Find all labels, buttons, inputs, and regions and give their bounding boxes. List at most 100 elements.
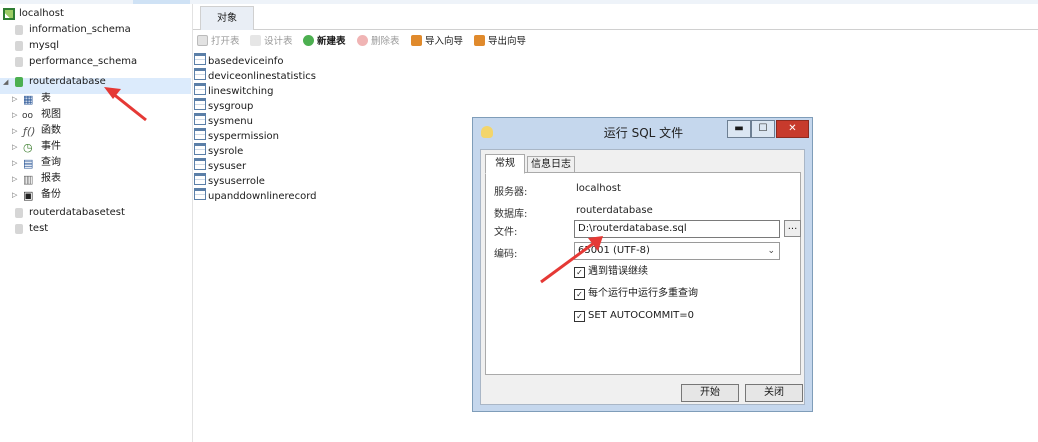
collapsed-arrow-icon[interactable]: ▷ <box>12 91 17 107</box>
database-icon <box>15 57 23 67</box>
collapsed-arrow-icon[interactable]: ▷ <box>12 171 17 187</box>
table-name: deviceonlinestatistics <box>208 71 316 82</box>
browse-button[interactable]: ... <box>784 220 801 237</box>
server-value: localhost <box>576 183 621 194</box>
table-row[interactable]: basedeviceinfo <box>194 53 283 68</box>
multiple-queries-checkbox[interactable]: ✓ 每个运行中运行多重查询 <box>574 287 698 301</box>
export-wizard-button[interactable]: 导出向导 <box>474 33 526 51</box>
open-table-icon <box>197 35 208 46</box>
tree-item-functions[interactable]: ▷ ƒ() 函数 <box>0 123 190 139</box>
import-wizard-button[interactable]: 导入向导 <box>411 33 463 51</box>
import-icon <box>411 35 422 46</box>
table-name: syspermission <box>208 131 279 142</box>
encoding-value: 65001 (UTF-8) <box>578 245 650 256</box>
tree-item-views[interactable]: ▷ oo 视图 <box>0 107 190 123</box>
tree-item-reports[interactable]: ▷ ▥ 报表 <box>0 171 190 187</box>
checkbox-label: 遇到错误继续 <box>588 266 648 277</box>
tab-general[interactable]: 常规 <box>485 154 525 174</box>
export-icon <box>474 35 485 46</box>
table-name: sysmenu <box>208 116 253 127</box>
tree-db-mysql[interactable]: mysql <box>0 38 190 54</box>
maximize-button[interactable]: ☐ <box>751 120 775 138</box>
tree-db-test[interactable]: test <box>0 221 190 237</box>
table-row[interactable]: sysmenu <box>194 113 253 128</box>
open-table-label: 打开表 <box>211 36 240 47</box>
tree-db-performance-schema[interactable]: performance_schema <box>0 54 190 70</box>
table-row[interactable]: sysuser <box>194 158 246 173</box>
tree-item-events[interactable]: ▷ ◷ 事件 <box>0 139 190 155</box>
database-value: routerdatabase <box>576 205 653 216</box>
connection-label: localhost <box>19 8 64 19</box>
minimize-button[interactable]: ▬ <box>727 120 751 138</box>
table-icon <box>194 83 206 95</box>
tab-objects[interactable]: 对象 <box>200 6 254 30</box>
tree-item-label: 查询 <box>41 157 61 168</box>
table-row[interactable]: sysrole <box>194 143 243 158</box>
delete-table-button[interactable]: 删除表 <box>357 33 400 51</box>
database-icon <box>15 41 23 51</box>
checkbox-label: 每个运行中运行多重查询 <box>588 288 698 299</box>
start-button[interactable]: 开始 <box>681 384 739 402</box>
database-label: routerdatabase <box>29 76 106 87</box>
autocommit-checkbox[interactable]: ✓ SET AUTOCOMMIT=0 <box>574 309 694 323</box>
collapsed-arrow-icon[interactable]: ▷ <box>12 107 17 123</box>
database-label: routerdatabasetest <box>29 207 125 218</box>
tree-item-tables[interactable]: ▷ ▦ 表 <box>0 91 190 107</box>
table-icon <box>194 113 206 125</box>
close-button[interactable]: 关闭 <box>745 384 803 402</box>
tree-item-label: 备份 <box>41 189 61 200</box>
database-icon <box>15 224 23 234</box>
object-tabbar <box>193 5 1038 30</box>
close-window-button[interactable]: ✕ <box>776 120 809 138</box>
table-name: sysuserrole <box>208 176 265 187</box>
continue-on-error-checkbox[interactable]: ✓ 遇到错误继续 <box>574 265 648 279</box>
dialog-titlebar[interactable]: 运行 SQL 文件 ▬ ☐ ✕ <box>473 118 814 148</box>
design-table-label: 设计表 <box>264 36 293 47</box>
table-icon: ▦ <box>23 93 34 106</box>
event-icon: ◷ <box>23 141 33 154</box>
table-row[interactable]: sysgroup <box>194 98 253 113</box>
file-path-input[interactable]: D:\routerdatabase.sql <box>574 220 780 238</box>
collapsed-arrow-icon[interactable]: ▷ <box>12 155 17 171</box>
backup-icon: ▣ <box>23 189 34 202</box>
table-name: basedeviceinfo <box>208 56 284 67</box>
collapsed-arrow-icon[interactable]: ▷ <box>12 187 17 203</box>
dialog-body: 常规 信息日志 服务器: localhost 数据库: routerdataba… <box>480 149 805 405</box>
design-table-button[interactable]: 设计表 <box>250 33 293 51</box>
function-icon: ƒ() <box>23 125 36 138</box>
collapsed-arrow-icon[interactable]: ▷ <box>12 123 17 139</box>
tree-db-routerdatabase[interactable]: ◢ routerdatabase <box>0 74 190 90</box>
table-row[interactable]: syspermission <box>194 128 279 143</box>
database-icon <box>15 208 23 218</box>
tree-item-label: 函数 <box>41 125 61 136</box>
tree-item-queries[interactable]: ▷ ▤ 查询 <box>0 155 190 171</box>
database-icon <box>15 77 23 87</box>
database-icon <box>15 25 23 35</box>
view-icon: oo <box>22 111 34 121</box>
table-icon <box>194 53 206 65</box>
table-row[interactable]: sysuserrole <box>194 173 265 188</box>
database-label: test <box>29 223 49 234</box>
checkbox-label: SET AUTOCOMMIT=0 <box>588 310 695 321</box>
database-label: performance_schema <box>29 56 138 67</box>
collapsed-arrow-icon[interactable]: ▷ <box>12 139 17 155</box>
new-table-icon <box>303 35 314 46</box>
checkbox-checked-icon: ✓ <box>574 267 585 278</box>
tree-item-backups[interactable]: ▷ ▣ 备份 <box>0 187 190 203</box>
new-table-button[interactable]: 新建表 <box>303 33 346 51</box>
checkbox-checked-icon: ✓ <box>574 289 585 300</box>
tree-db-routerdatabasetest[interactable]: routerdatabasetest <box>0 205 190 221</box>
checkbox-checked-icon: ✓ <box>574 311 585 322</box>
table-row[interactable]: deviceonlinestatistics <box>194 68 316 83</box>
tree-item-label: 事件 <box>41 141 61 152</box>
table-name: upanddownlinerecord <box>208 191 317 202</box>
encoding-select[interactable]: 65001 (UTF-8) ⌄ <box>574 242 780 260</box>
table-row[interactable]: lineswitching <box>194 83 273 98</box>
open-table-button[interactable]: 打开表 <box>197 33 240 51</box>
table-row[interactable]: upanddownlinerecord <box>194 188 316 203</box>
tree-db-information-schema[interactable]: information_schema <box>0 22 190 38</box>
tree-connection-localhost[interactable]: localhost <box>0 6 190 22</box>
expanded-arrow-icon[interactable]: ◢ <box>3 74 8 90</box>
delete-table-icon <box>357 35 368 46</box>
table-icon <box>194 188 206 200</box>
